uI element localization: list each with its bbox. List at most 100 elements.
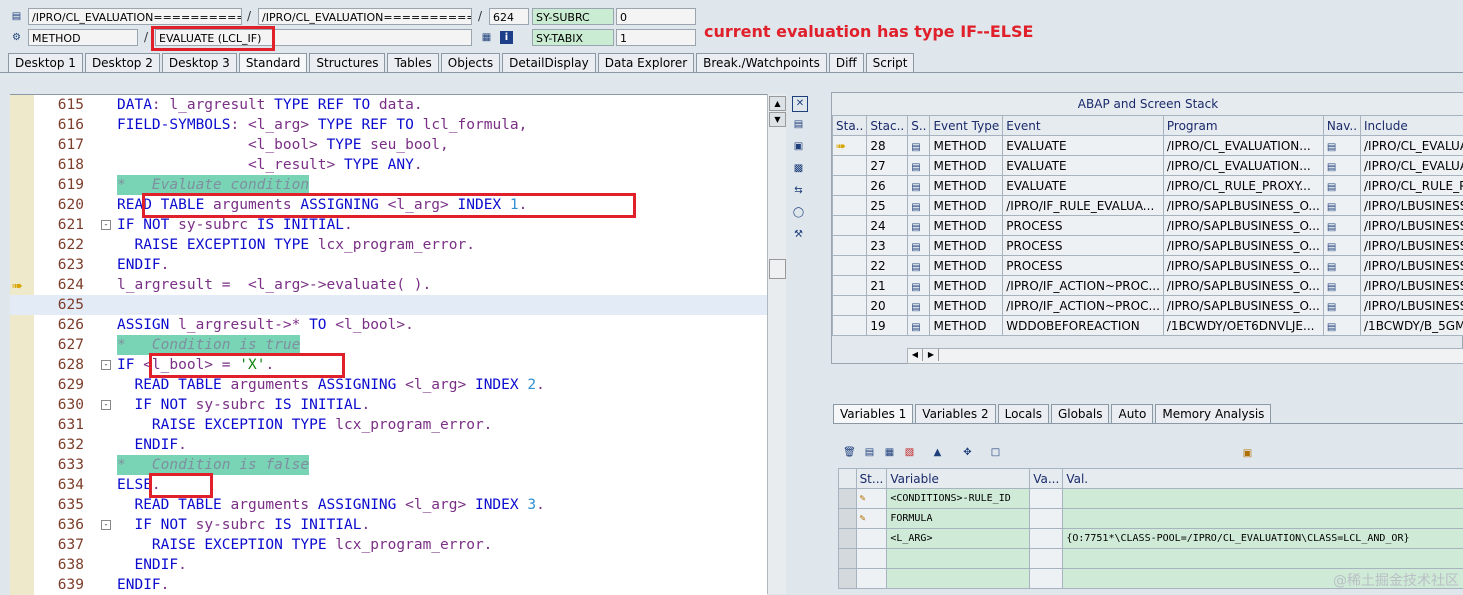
swap-icon[interactable]: ⇆ (792, 184, 805, 197)
column-header[interactable]: Nav.. (1323, 116, 1360, 136)
stack-row[interactable]: 25▤METHOD/IPRO/IF_RULE_EVALUA.../IPRO/SA… (833, 196, 1463, 216)
stack-hscrollbar[interactable]: ◀ ▶ (907, 348, 1463, 364)
variable-row[interactable]: <L_ARG> {O:7751*\CLASS-POOL=/IPRO/CL_EVAL… (839, 529, 1463, 549)
headset-icon[interactable]: ◯ (792, 206, 805, 219)
code-line[interactable]: 638 ENDIF. (10, 555, 767, 575)
tab-structures[interactable]: Structures (309, 53, 385, 72)
row-selector[interactable] (839, 549, 857, 569)
column-header[interactable]: Stac.. (867, 116, 908, 136)
column-header[interactable]: Va... (1030, 469, 1063, 489)
source-code-editor[interactable]: ➠ 615DATA: l_argresult TYPE REF TO data.… (10, 94, 767, 595)
tab-memory-analysis[interactable]: Memory Analysis (1155, 404, 1271, 423)
column-header[interactable]: Include (1361, 116, 1463, 136)
method-field[interactable]: EVALUATE (LCL_IF) (155, 29, 472, 46)
tab-auto[interactable]: Auto (1111, 404, 1153, 423)
column-header[interactable]: Program (1163, 116, 1323, 136)
stack-row[interactable]: 20▤METHOD/IPRO/IF_ACTION~PROC.../IPRO/SA… (833, 296, 1463, 316)
variable-row[interactable]: ✎FORMULA (839, 509, 1463, 529)
navigate-icon[interactable]: ▤ (1323, 296, 1360, 316)
stack-row[interactable]: 22▤METHODPROCESS/IPRO/SAPLBUSINESS_O...▤… (833, 256, 1463, 276)
code-line[interactable]: 631 RAISE EXCEPTION TYPE lcx_program_err… (10, 415, 767, 435)
column-header[interactable]: Val. (1063, 469, 1463, 489)
save-icon[interactable]: ▣ (1241, 447, 1254, 460)
tree-icon[interactable]: ▲ (931, 446, 944, 459)
stack-row[interactable]: 19▤METHODWDDOBEFOREACTION/1BCWDY/OET6DNV… (833, 316, 1463, 336)
tab-script[interactable]: Script (866, 53, 915, 72)
delete-icon[interactable]: 🗑 (843, 446, 856, 459)
scroll-thumb[interactable] (769, 259, 786, 279)
scroll-left-icon[interactable]: ◀ (908, 349, 923, 361)
row-selector[interactable] (839, 529, 857, 549)
code-line[interactable]: 634ELSE. (10, 475, 767, 495)
stack-row[interactable]: 26▤METHODEVALUATE/IPRO/CL_RULE_PROXY...▤… (833, 176, 1463, 196)
code-line[interactable]: 630- IF NOT sy-subrc IS INITIAL. (10, 395, 767, 415)
stack-row[interactable]: ➠28▤METHODEVALUATE/IPRO/CL_EVALUATION...… (833, 136, 1463, 156)
tab-desktop-1[interactable]: Desktop 1 (8, 53, 83, 72)
list-icon[interactable]: ▤ (863, 446, 876, 459)
code-line[interactable]: 617 <l_bool> TYPE seu_bool, (10, 135, 767, 155)
maximize-icon[interactable]: ▣ (792, 140, 805, 153)
variable-value[interactable] (1063, 489, 1463, 509)
program-field-1[interactable]: /IPRO/CL_EVALUATION========== (28, 8, 242, 25)
variable-value[interactable] (1063, 509, 1463, 529)
navigate-icon[interactable]: ▤ (1323, 196, 1360, 216)
code-line[interactable]: 621-IF NOT sy-subrc IS INITIAL. (10, 215, 767, 235)
stack-row[interactable]: 27▤METHODEVALUATE/IPRO/CL_EVALUATION...▤… (833, 156, 1463, 176)
code-line[interactable]: 632 ENDIF. (10, 435, 767, 455)
import-icon[interactable]: ▧ (903, 446, 916, 459)
code-line[interactable]: 626ASSIGN l_argresult->* TO <l_bool>. (10, 315, 767, 335)
table-icon[interactable]: ▦ (480, 31, 493, 44)
tool-icon[interactable]: ⚒ (792, 228, 805, 241)
navigate-icon[interactable]: ▤ (1323, 236, 1360, 256)
fold-toggle-icon[interactable]: - (101, 400, 111, 410)
column-header[interactable]: Sta.. (833, 116, 867, 136)
code-line[interactable]: 625 (10, 295, 767, 315)
scroll-right-icon[interactable]: ▶ (924, 349, 939, 361)
scroll-down-icon[interactable]: ▼ (769, 112, 786, 127)
row-selector[interactable] (839, 489, 857, 509)
variable-name[interactable]: <CONDITIONS>-RULE_ID (887, 489, 1030, 509)
navigate-icon[interactable]: ▤ (1323, 256, 1360, 276)
fold-toggle-icon[interactable]: - (101, 360, 111, 370)
stack-row[interactable]: 24▤METHODPROCESS/IPRO/SAPLBUSINESS_O...▤… (833, 216, 1463, 236)
tab-breakpoints[interactable]: Break./Watchpoints (696, 53, 827, 72)
tab-tables[interactable]: Tables (387, 53, 438, 72)
stack-row[interactable]: 23▤METHODPROCESS/IPRO/SAPLBUSINESS_O...▤… (833, 236, 1463, 256)
variable-value[interactable]: {O:7751*\CLASS-POOL=/IPRO/CL_EVALUATION\… (1063, 529, 1463, 549)
row-selector[interactable] (839, 509, 857, 529)
column-header[interactable]: St... (856, 469, 887, 489)
column-header[interactable]: Event Type (930, 116, 1003, 136)
code-line[interactable]: 620READ TABLE arguments ASSIGNING <l_arg… (10, 195, 767, 215)
tab-globals[interactable]: Globals (1051, 404, 1110, 423)
code-line[interactable]: 636- IF NOT sy-subrc IS INITIAL. (10, 515, 767, 535)
tab-data-explorer[interactable]: Data Explorer (598, 53, 694, 72)
code-line[interactable]: 633* Condition is false (10, 455, 767, 475)
tab-detaildisplay[interactable]: DetailDisplay (502, 53, 596, 72)
code-line[interactable]: 623ENDIF. (10, 255, 767, 275)
tab-variables-1[interactable]: Variables 1 (833, 404, 913, 423)
code-line[interactable]: 627* Condition is true (10, 335, 767, 355)
navigate-icon[interactable]: ▤ (1323, 176, 1360, 196)
stack-row[interactable]: 21▤METHOD/IPRO/IF_ACTION~PROC.../IPRO/SA… (833, 276, 1463, 296)
tab-variables-2[interactable]: Variables 2 (915, 404, 995, 423)
column-header[interactable]: Event (1003, 116, 1164, 136)
navigate-icon[interactable]: ▤ (1323, 216, 1360, 236)
close-icon[interactable]: ✕ (792, 96, 808, 112)
event-type-field[interactable]: METHOD (28, 29, 138, 46)
variable-value[interactable] (1063, 549, 1463, 569)
variable-name[interactable] (887, 549, 1030, 569)
move-icon[interactable]: ✥ (961, 446, 974, 459)
navigate-icon[interactable]: ▤ (1323, 276, 1360, 296)
code-line[interactable]: 635 READ TABLE arguments ASSIGNING <l_ar… (10, 495, 767, 515)
column-header[interactable]: Variable (887, 469, 1030, 489)
tab-standard[interactable]: Standard (239, 53, 308, 72)
variable-row[interactable]: ✎<CONDITIONS>-RULE_ID (839, 489, 1463, 509)
code-line[interactable]: 616FIELD-SYMBOLS: <l_arg> TYPE REF TO lc… (10, 115, 767, 135)
code-line[interactable]: 628-IF <l_bool> = 'X'. (10, 355, 767, 375)
code-line[interactable]: 637 RAISE EXCEPTION TYPE lcx_program_err… (10, 535, 767, 555)
copy-icon[interactable]: □ (989, 446, 1002, 459)
code-line[interactable]: 624l_argresult = <l_arg>->evaluate( ). (10, 275, 767, 295)
line-number-field[interactable]: 624 (489, 8, 529, 25)
variable-name[interactable]: <L_ARG> (887, 529, 1030, 549)
fullscreen-icon[interactable]: ▩ (792, 162, 805, 175)
